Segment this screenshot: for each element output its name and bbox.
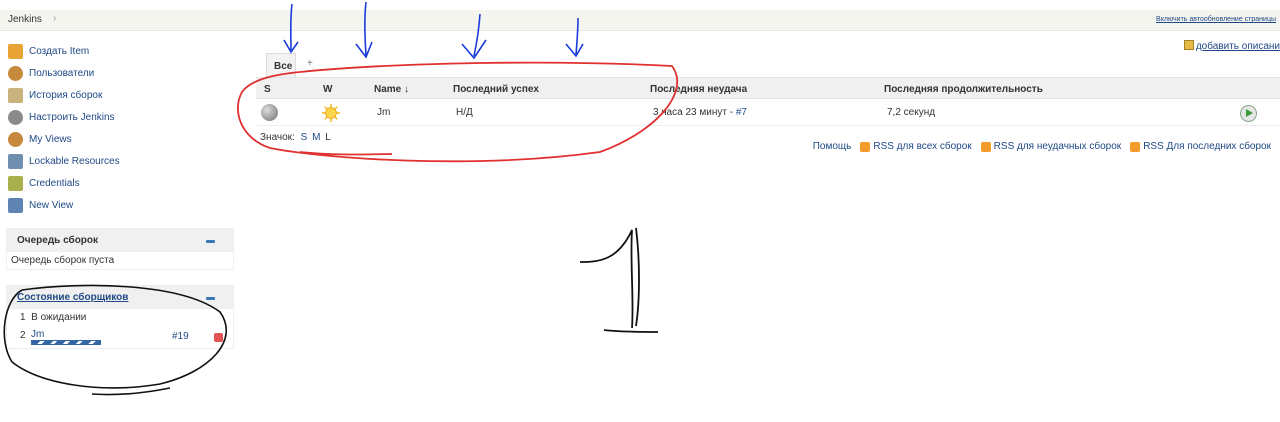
cancel-build-icon[interactable] bbox=[214, 333, 223, 342]
breadcrumb-jenkins[interactable]: Jenkins bbox=[8, 14, 42, 25]
rss-icon bbox=[860, 141, 871, 152]
executors-list: 1 В ожидании 2 Jm #19 bbox=[6, 309, 234, 349]
executor-status: В ожидании bbox=[31, 312, 87, 323]
last-failure-text: 3 часа 23 минут - bbox=[653, 107, 736, 118]
build-queue-title: Очередь сборок bbox=[17, 235, 99, 246]
build-queue-header: Очередь сборок bbox=[6, 228, 234, 252]
executor-number: 1 bbox=[20, 312, 26, 323]
gear-icon bbox=[8, 109, 23, 125]
rss-icon bbox=[980, 141, 991, 152]
enable-autorefresh-link[interactable]: Включить автообновление страницы bbox=[1156, 16, 1276, 23]
folder-new-icon bbox=[8, 43, 23, 59]
collapse-icon[interactable] bbox=[206, 297, 215, 300]
icon-size-label: Значок: bbox=[260, 132, 295, 143]
table-row: Jm Н/Д 3 часа 23 минут - #7 7,2 секунд bbox=[256, 100, 1280, 126]
executors-title-link[interactable]: Состояние сборщиков bbox=[17, 292, 128, 303]
sunny-weather-icon bbox=[322, 104, 340, 122]
last-duration-value: 7,2 секунд bbox=[887, 107, 936, 118]
column-last-success[interactable]: Последний успех bbox=[453, 84, 539, 95]
sidebar-item-credentials[interactable]: Credentials bbox=[8, 172, 228, 194]
users-icon bbox=[8, 65, 23, 81]
footer-links: Помощь RSS для всех сборок RSS для неуда… bbox=[813, 141, 1271, 152]
sidebar-item-my-views[interactable]: My Views bbox=[8, 128, 228, 150]
black-number-annotation bbox=[579, 227, 659, 333]
sidebar-item-label: My Views bbox=[29, 133, 72, 145]
sidebar-tasks: Создать Item Пользователи История сборок… bbox=[8, 40, 228, 216]
jobs-table-header: S W Name ↓ Последний успех Последняя неу… bbox=[256, 77, 1280, 99]
rss-all-label: RSS для всех сборок bbox=[873, 141, 972, 152]
top-breadcrumb-bar: Jenkins › Включить автообновление страни… bbox=[0, 10, 1280, 31]
add-description-label: добавить описани bbox=[1195, 41, 1280, 52]
column-name[interactable]: Name bbox=[374, 84, 401, 95]
sidebar-item-label: Credentials bbox=[29, 177, 80, 189]
rss-latest-label: RSS Для последних сборок bbox=[1143, 141, 1271, 152]
folder-icon bbox=[8, 197, 23, 213]
executors-header: Состояние сборщиков bbox=[6, 285, 234, 309]
sidebar-item-label: Создать Item bbox=[29, 45, 90, 57]
edit-icon bbox=[1183, 40, 1194, 50]
executor-progress-bar bbox=[31, 340, 101, 345]
sidebar-item-label: История сборок bbox=[29, 89, 103, 101]
key-icon bbox=[8, 175, 23, 191]
add-description-link[interactable]: добавить описани bbox=[1183, 40, 1280, 52]
notepad-icon bbox=[8, 87, 23, 103]
executor-row: 1 В ожидании bbox=[20, 312, 86, 323]
rss-latest-link[interactable]: RSS Для последних сборок bbox=[1130, 141, 1271, 152]
sidebar-item-new-item[interactable]: Создать Item bbox=[8, 40, 228, 62]
executor-build-link[interactable]: #19 bbox=[172, 331, 189, 342]
icon-size-s[interactable]: S bbox=[301, 132, 308, 143]
executor-number: 2 bbox=[20, 330, 26, 341]
sidebar-item-build-history[interactable]: История сборок bbox=[8, 84, 228, 106]
tab-all[interactable]: Все bbox=[266, 53, 296, 77]
rss-all-link[interactable]: RSS для всех сборок bbox=[860, 141, 972, 152]
users-icon bbox=[8, 131, 23, 147]
schedule-build-icon[interactable] bbox=[1240, 105, 1257, 122]
breadcrumb-separator-icon: › bbox=[53, 13, 57, 24]
help-link[interactable]: Помощь bbox=[813, 141, 852, 152]
last-failure-build-link[interactable]: #7 bbox=[736, 107, 747, 118]
executors-pane: Состояние сборщиков 1 В ожидании 2 Jm #1… bbox=[6, 285, 234, 349]
status-ball-icon bbox=[261, 104, 278, 121]
last-success-value: Н/Д bbox=[456, 107, 473, 118]
sidebar-item-label: New View bbox=[29, 199, 74, 211]
icon-size-l: L bbox=[325, 132, 331, 143]
sort-arrow-icon: ↓ bbox=[404, 84, 409, 95]
sidebar-item-lockable-resources[interactable]: Lockable Resources bbox=[8, 150, 228, 172]
add-tab-button[interactable]: + bbox=[307, 58, 313, 69]
executor-job-link[interactable]: Jm bbox=[31, 329, 44, 340]
column-last-duration[interactable]: Последняя продолжительность bbox=[884, 84, 1043, 95]
icon-size-selector: Значок: S M L bbox=[260, 132, 331, 143]
lock-icon bbox=[8, 153, 23, 169]
build-queue-pane: Очередь сборок Очередь сборок пуста bbox=[6, 228, 234, 270]
sidebar-item-label: Пользователи bbox=[29, 67, 95, 79]
column-status[interactable]: S bbox=[264, 84, 271, 95]
column-weather[interactable]: W bbox=[323, 84, 332, 95]
icon-size-m[interactable]: M bbox=[312, 132, 320, 143]
rss-failed-link[interactable]: RSS для неудачных сборок bbox=[980, 141, 1122, 152]
collapse-icon[interactable] bbox=[206, 240, 215, 243]
last-failure-value: 3 часа 23 минут - #7 bbox=[653, 107, 747, 118]
rss-failed-label: RSS для неудачных сборок bbox=[993, 141, 1122, 152]
sidebar-item-people[interactable]: Пользователи bbox=[8, 62, 228, 84]
job-name-link[interactable]: Jm bbox=[377, 107, 390, 118]
sidebar-item-manage-jenkins[interactable]: Настроить Jenkins bbox=[8, 106, 228, 128]
build-queue-empty: Очередь сборок пуста bbox=[6, 252, 234, 270]
column-last-failure[interactable]: Последняя неудача bbox=[650, 84, 747, 95]
sidebar-item-new-view[interactable]: New View bbox=[8, 194, 228, 216]
rss-icon bbox=[1130, 141, 1141, 152]
executor-row: 2 bbox=[20, 330, 28, 341]
sidebar-item-label: Настроить Jenkins bbox=[29, 111, 115, 123]
annotation-number-text: 1 bbox=[0, 0, 1, 1]
sidebar-item-label: Lockable Resources bbox=[29, 155, 120, 167]
